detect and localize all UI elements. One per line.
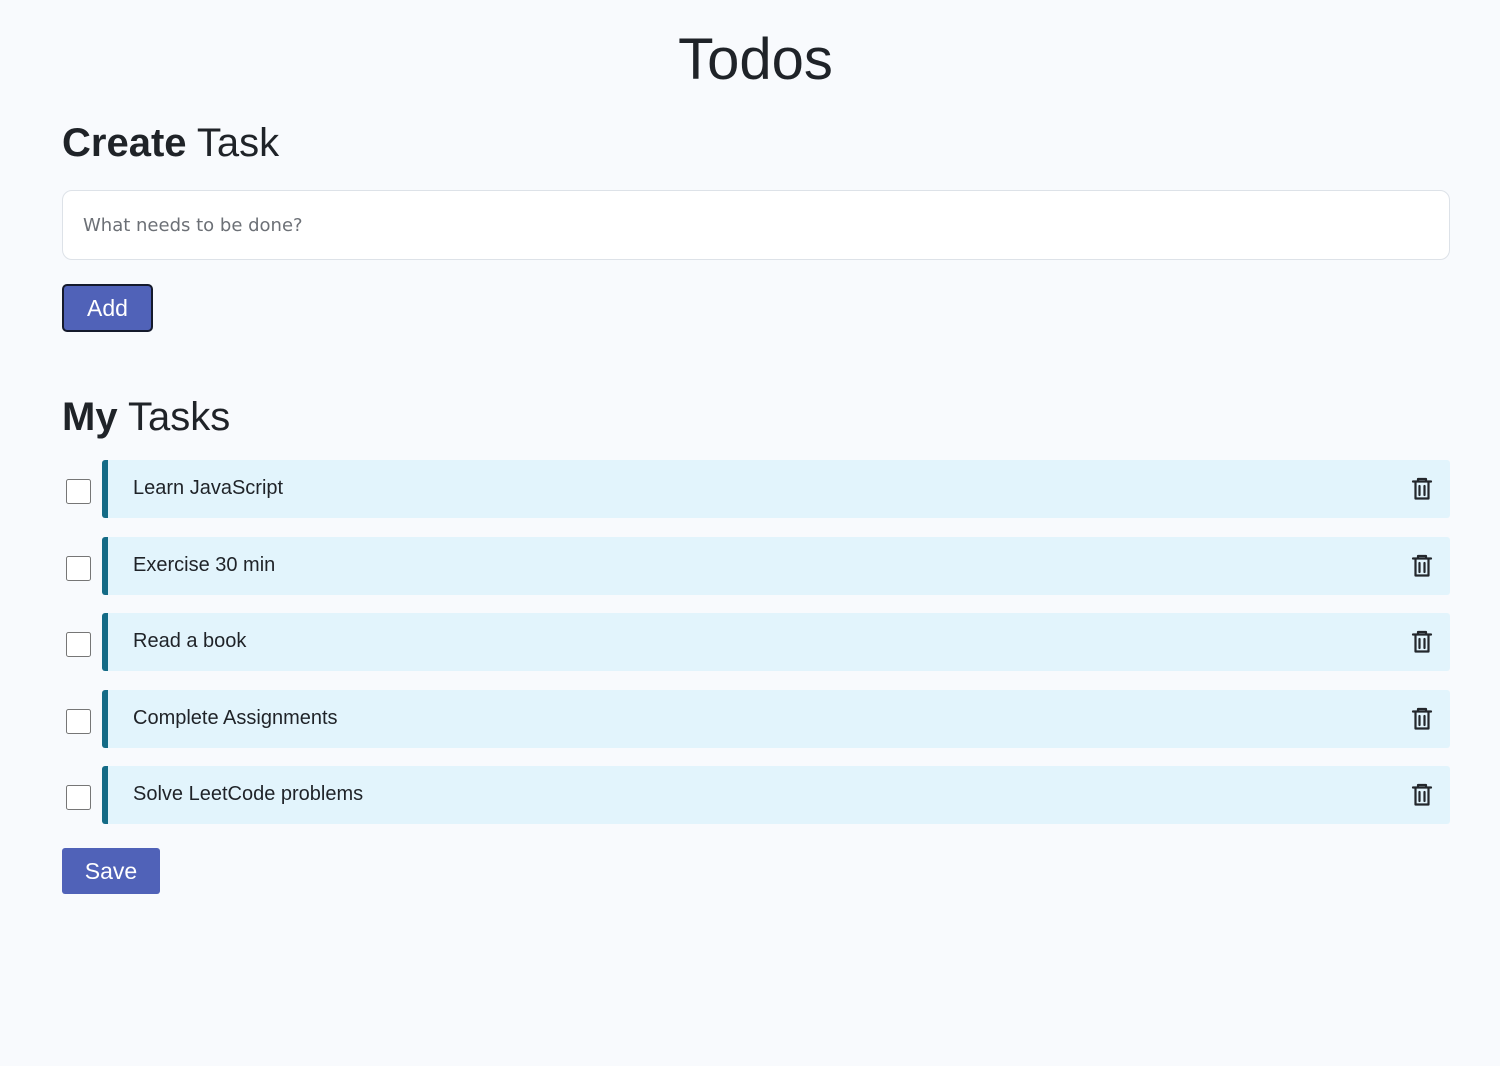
- task-card: Read a book: [102, 613, 1450, 671]
- tasks-heading-rest: Tasks: [117, 395, 231, 439]
- todo-app: Todos Create Task Add My Tasks Learn Jav…: [0, 0, 1500, 1066]
- task-card: Solve LeetCode problems: [102, 766, 1450, 824]
- task-row: Complete Assignments: [62, 689, 1450, 748]
- trash-icon[interactable]: [1411, 554, 1433, 578]
- my-tasks-heading: My Tasks: [62, 393, 230, 441]
- create-heading-rest: Task: [186, 121, 280, 165]
- trash-icon[interactable]: [1411, 630, 1433, 654]
- task-card: Complete Assignments: [102, 689, 1450, 748]
- task-list: Learn JavaScript Exercise 30 min Read a …: [62, 460, 1450, 843]
- trash-icon[interactable]: [1411, 783, 1433, 807]
- app-title: Todos: [678, 27, 833, 92]
- task-label: Exercise 30 min: [133, 553, 276, 576]
- task-row: Read a book: [62, 613, 1450, 671]
- task-checkbox[interactable]: [66, 708, 91, 734]
- new-task-input[interactable]: [62, 190, 1450, 260]
- task-label: Solve LeetCode problems: [133, 783, 364, 805]
- task-checkbox[interactable]: [66, 632, 91, 657]
- task-label: Read a book: [133, 630, 247, 652]
- task-checkbox[interactable]: [66, 555, 91, 581]
- task-label: Complete Assignments: [133, 706, 338, 729]
- task-card: Exercise 30 min: [102, 536, 1450, 595]
- task-checkbox[interactable]: [66, 785, 91, 810]
- task-row: Solve LeetCode problems: [62, 766, 1450, 824]
- save-button[interactable]: Save: [62, 848, 160, 894]
- create-task-heading: Create Task: [62, 119, 279, 167]
- task-label: Learn JavaScript: [133, 477, 284, 499]
- task-row: Learn JavaScript: [62, 460, 1450, 518]
- tasks-heading-strong: My: [62, 395, 118, 439]
- task-row: Exercise 30 min: [62, 536, 1450, 595]
- task-checkbox[interactable]: [66, 479, 91, 504]
- create-heading-strong: Create: [62, 121, 187, 165]
- trash-icon[interactable]: [1411, 707, 1433, 731]
- trash-icon[interactable]: [1411, 477, 1433, 501]
- add-button[interactable]: Add: [62, 284, 153, 332]
- task-card: Learn JavaScript: [102, 460, 1450, 518]
